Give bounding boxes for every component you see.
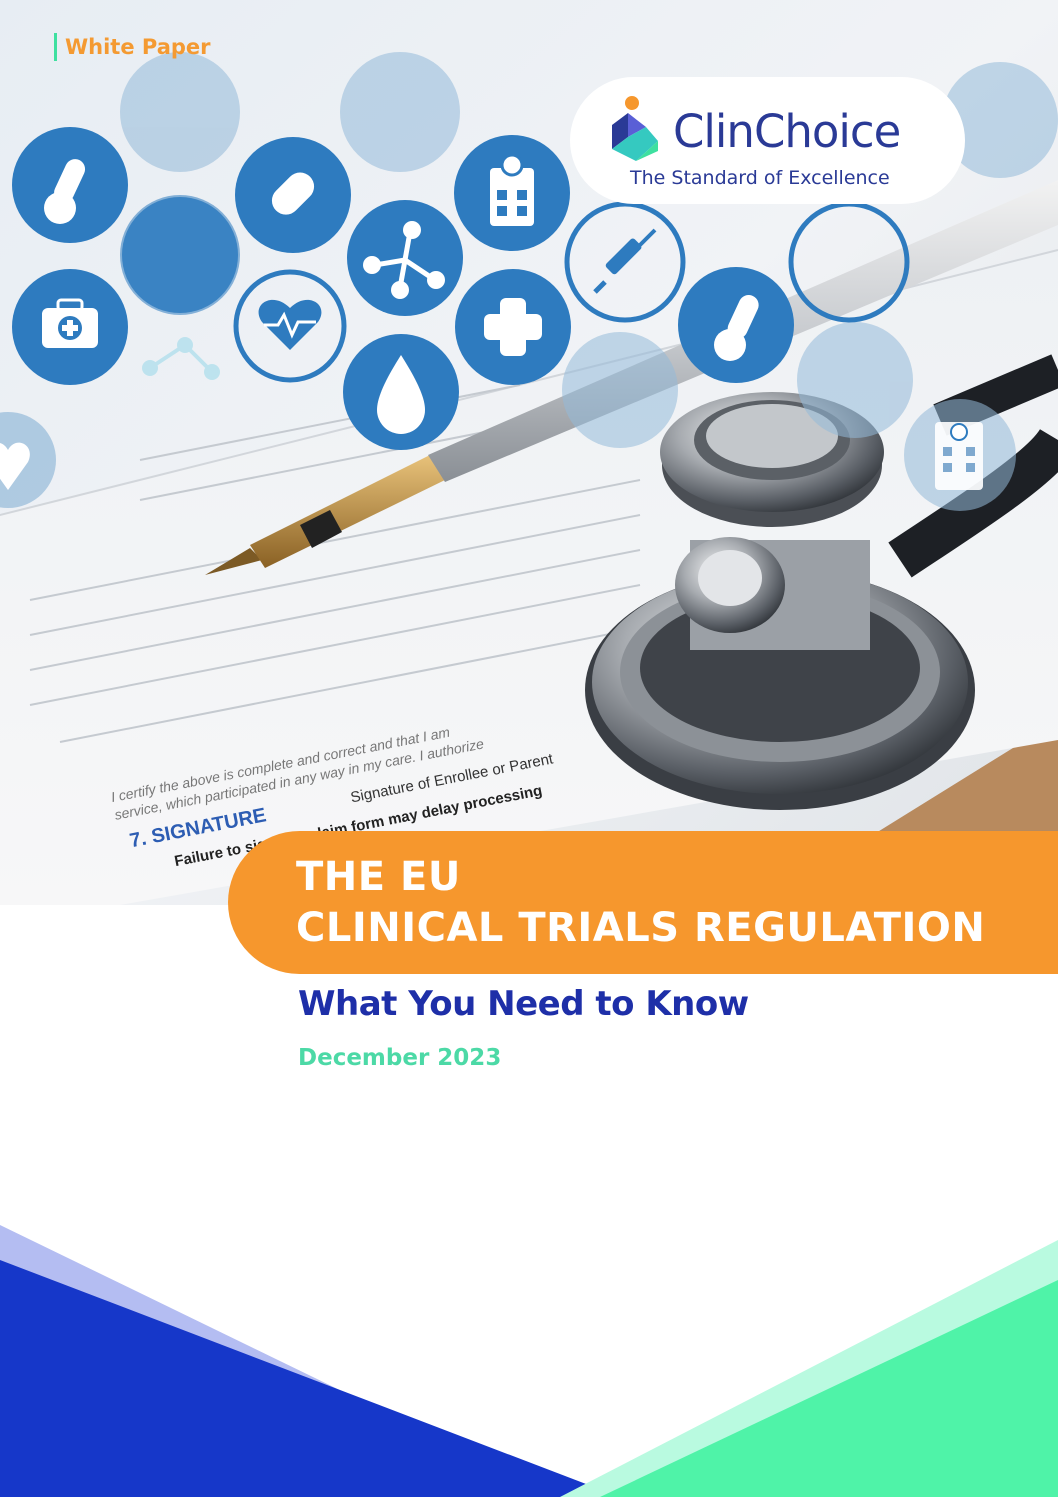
white-paper-label: White Paper: [65, 35, 211, 59]
document-type-label: White Paper: [54, 32, 211, 62]
white-paper-cover: I certify the above is complete and corr…: [0, 0, 1058, 1497]
brand-name: ClinChoice: [673, 105, 901, 158]
pill-icon: [235, 137, 351, 253]
thermometer-icon: [12, 127, 128, 243]
first-aid-kit-icon: [12, 269, 128, 385]
label-accent-bar: [54, 33, 57, 61]
molecule-icon: [347, 200, 463, 316]
document-subtitle: What You Need to Know: [298, 984, 749, 1024]
footer-decoration: [0, 1225, 1058, 1497]
hospital-building-icon: [935, 422, 983, 490]
thermometer-icon: [678, 267, 794, 383]
clinic-icon: [454, 135, 570, 251]
publication-date: December 2023: [298, 1045, 502, 1071]
footer-blue-shape: [0, 1260, 620, 1497]
droplet-icon: [343, 334, 459, 450]
brand-logo: ClinChoice The Standard of Excellence: [570, 77, 965, 204]
clinchoice-logo-icon: [612, 96, 658, 161]
title-line-1: THE EU: [296, 854, 461, 900]
title-line-2: CLINICAL TRIALS REGULATION: [296, 905, 986, 951]
brand-tagline: The Standard of Excellence: [630, 167, 890, 189]
medical-cross-icon: [455, 269, 571, 385]
title-banner: [228, 831, 1058, 974]
